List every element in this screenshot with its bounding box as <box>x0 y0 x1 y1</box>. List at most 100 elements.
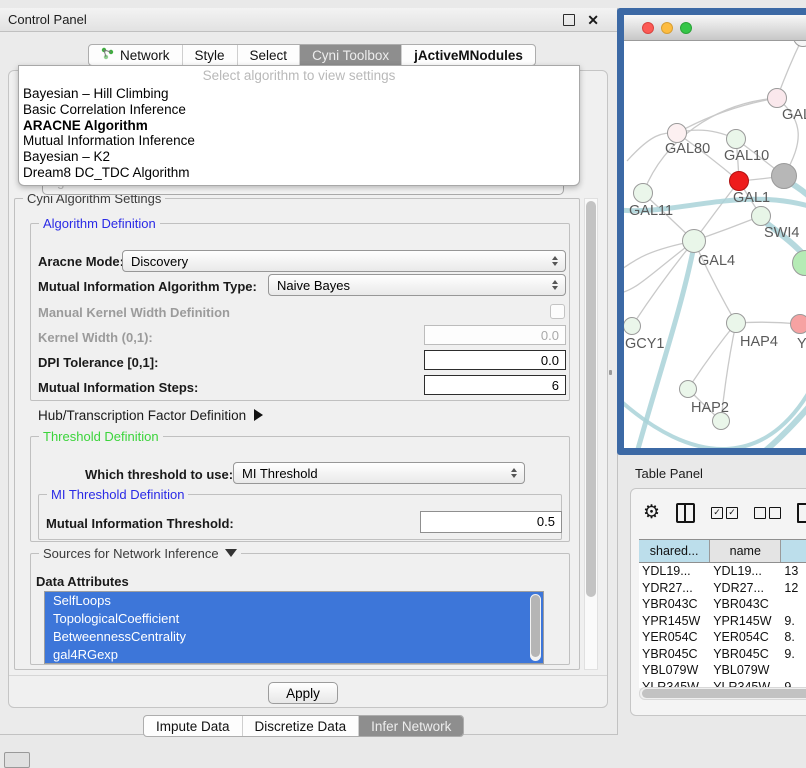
mi-type-value: Naive Bayes <box>277 278 350 293</box>
tab-infer-network[interactable]: Infer Network <box>359 716 463 736</box>
dpi-tolerance-field[interactable]: 0.0 <box>424 350 566 370</box>
unchecked-pair-icon[interactable] <box>754 507 781 519</box>
tab-impute-data[interactable]: Impute Data <box>144 716 243 736</box>
network-view-window: GALGAL80GAL10GAL1GAL11SWI4GAL4GCY1HAP4YH… <box>617 8 806 455</box>
tab-network[interactable]: Network <box>89 45 183 65</box>
table-cell: YER054C <box>639 630 710 644</box>
network-node-hap2[interactable] <box>679 380 697 398</box>
table-row[interactable]: YPR145WYPR145W9. <box>639 613 806 630</box>
mi-type-combo[interactable]: Naive Bayes <box>268 274 566 296</box>
table-row[interactable]: YBL079WYBL079W <box>639 662 806 679</box>
control-panel-title: Control Panel <box>8 12 87 27</box>
aracne-mode-label: Aracne Mode: <box>38 254 124 269</box>
settings-vertical-scrollbar[interactable] <box>584 198 598 670</box>
network-node-gal[interactable] <box>767 88 787 108</box>
table-cell: YBR043C <box>710 597 781 611</box>
attribute-item[interactable]: gal4RGexp <box>45 646 543 664</box>
table-cell: 8. <box>781 630 806 644</box>
network-node-gal4[interactable] <box>682 229 706 253</box>
node-label: GAL10 <box>724 148 769 164</box>
network-node[interactable] <box>712 412 730 430</box>
tab-style[interactable]: Style <box>183 45 238 65</box>
table-cell: YBR045C <box>639 647 710 661</box>
mi-threshold-title: MI Threshold Definition <box>47 487 188 502</box>
table-toolbar: ⚙ ✓✓ <box>643 501 806 525</box>
table-cell: YER054C <box>710 630 781 644</box>
sources-title: Sources for Network Inference <box>39 546 241 561</box>
hscroll-thumb[interactable] <box>642 689 806 698</box>
table-cell: YBR045C <box>710 647 781 661</box>
network-node-hap4[interactable] <box>726 313 746 333</box>
aracne-mode-value: Discovery <box>131 254 188 269</box>
table-cell: YDL19... <box>639 564 710 578</box>
network-node-gal10[interactable] <box>726 129 746 149</box>
algorithm-option[interactable]: Mutual Information Inference <box>19 133 579 149</box>
table-row[interactable]: YDR27...YDR27...12 <box>639 580 806 597</box>
attribute-item[interactable]: TopologicalCoefficient <box>45 610 543 628</box>
table-cell: 9. <box>781 614 806 628</box>
table-header-row: shared...name <box>639 540 806 563</box>
table-row[interactable]: YBR045CYBR045C9. <box>639 646 806 663</box>
algorithm-option[interactable]: Bayesian – Hill Climbing <box>19 86 579 102</box>
combo-arrows-icon <box>552 280 558 290</box>
network-node[interactable] <box>771 163 797 189</box>
float-window-icon[interactable] <box>563 14 575 26</box>
which-threshold-combo[interactable]: MI Threshold <box>233 462 525 484</box>
attribute-item[interactable]: BetweennessCentrality <box>45 628 543 646</box>
network-node-gal1[interactable] <box>729 171 749 191</box>
splitpane-grip[interactable] <box>609 370 612 375</box>
network-window-titlebar <box>624 15 806 41</box>
attribute-item[interactable]: SelfLoops <box>45 592 543 610</box>
zoom-traffic-light-icon[interactable] <box>680 22 692 34</box>
tab-discretize-data[interactable]: Discretize Data <box>243 716 360 736</box>
checked-pair-icon[interactable]: ✓✓ <box>711 507 738 519</box>
apply-button[interactable]: Apply <box>268 682 338 704</box>
close-icon[interactable]: ✕ <box>587 15 599 25</box>
hub-section-toggle[interactable]: Hub/Transcription Factor Definition <box>38 408 263 423</box>
node-label: GCY1 <box>625 336 665 352</box>
table-horizontal-scrollbar[interactable] <box>639 687 806 700</box>
bottom-tabbar: Impute DataDiscretize DataInfer Network <box>143 715 464 737</box>
network-canvas[interactable]: GALGAL80GAL10GAL1GAL11SWI4GAL4GCY1HAP4YH… <box>624 41 806 448</box>
node-label: GAL80 <box>665 141 710 157</box>
bottom-corner-button[interactable] <box>4 752 30 768</box>
list-scrollbar-thumb[interactable] <box>531 595 540 657</box>
network-node-swi4[interactable] <box>751 206 771 226</box>
minimize-traffic-light-icon[interactable] <box>661 22 673 34</box>
mi-threshold-field[interactable]: 0.5 <box>420 511 562 533</box>
table-row[interactable]: YER054CYER054C8. <box>639 629 806 646</box>
which-threshold-value: MI Threshold <box>242 466 318 481</box>
algorithm-option[interactable]: Dream8 DC_TDC Algorithm <box>19 165 579 181</box>
node-table[interactable]: shared...name YDL19...YDL19...13YDR27...… <box>639 539 806 688</box>
mi-type-label: Mutual Information Algorithm Type: <box>38 279 257 294</box>
gear-icon[interactable]: ⚙ <box>643 503 660 523</box>
close-traffic-light-icon[interactable] <box>642 22 654 34</box>
node-label: HAP4 <box>740 334 778 350</box>
column-header-extra[interactable] <box>781 540 806 562</box>
network-node-y[interactable] <box>790 314 806 334</box>
mi-steps-field[interactable]: 6 <box>424 375 566 395</box>
network-node-gal11[interactable] <box>633 183 653 203</box>
algorithm-option[interactable]: Bayesian – K2 <box>19 149 579 165</box>
data-attributes-list[interactable]: SelfLoopsTopologicalCoefficientBetweenne… <box>44 591 544 664</box>
column-header-shared...[interactable]: shared... <box>639 540 710 562</box>
scrollbar-thumb[interactable] <box>586 201 596 597</box>
node-label: Y <box>797 336 806 352</box>
tab-jactivemnodules[interactable]: jActiveMNodules <box>402 45 535 65</box>
tab-cyni-toolbox[interactable]: Cyni Toolbox <box>300 45 402 65</box>
list-scrollbar[interactable] <box>530 594 541 661</box>
table-row[interactable]: YDL19...YDL19...13 <box>639 563 806 580</box>
manual-kernel-checkbox[interactable] <box>550 304 565 319</box>
mi-steps-label: Mutual Information Steps: <box>38 380 198 395</box>
column-header-name[interactable]: name <box>710 540 781 562</box>
algorithm-option[interactable]: Basic Correlation Inference <box>19 102 579 118</box>
tab-select[interactable]: Select <box>238 45 301 65</box>
aracne-mode-combo[interactable]: Discovery <box>122 250 566 272</box>
table-row[interactable]: YBR043CYBR043C <box>639 596 806 613</box>
table-cell: YDL19... <box>710 564 781 578</box>
algorithm-option[interactable]: ARACNE Algorithm <box>19 118 579 134</box>
split-columns-icon[interactable] <box>676 503 695 523</box>
network-node-gal80[interactable] <box>667 123 687 143</box>
table-cell: YBL079W <box>639 663 710 677</box>
document-icon[interactable] <box>797 503 806 523</box>
